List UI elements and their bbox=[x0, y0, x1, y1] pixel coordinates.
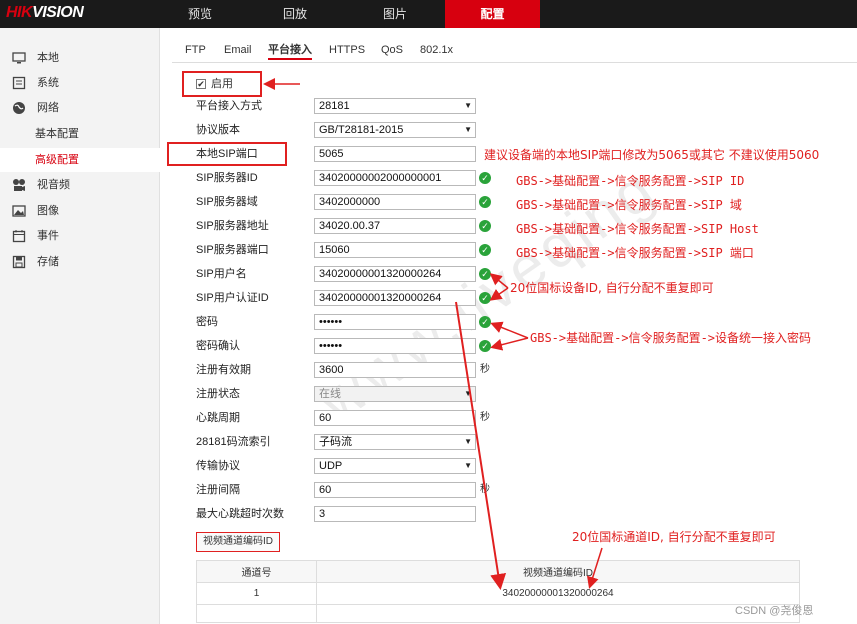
csdn-watermark: CSDN @尧俊恩 bbox=[735, 605, 814, 617]
annotation-arrows bbox=[263, 78, 603, 590]
